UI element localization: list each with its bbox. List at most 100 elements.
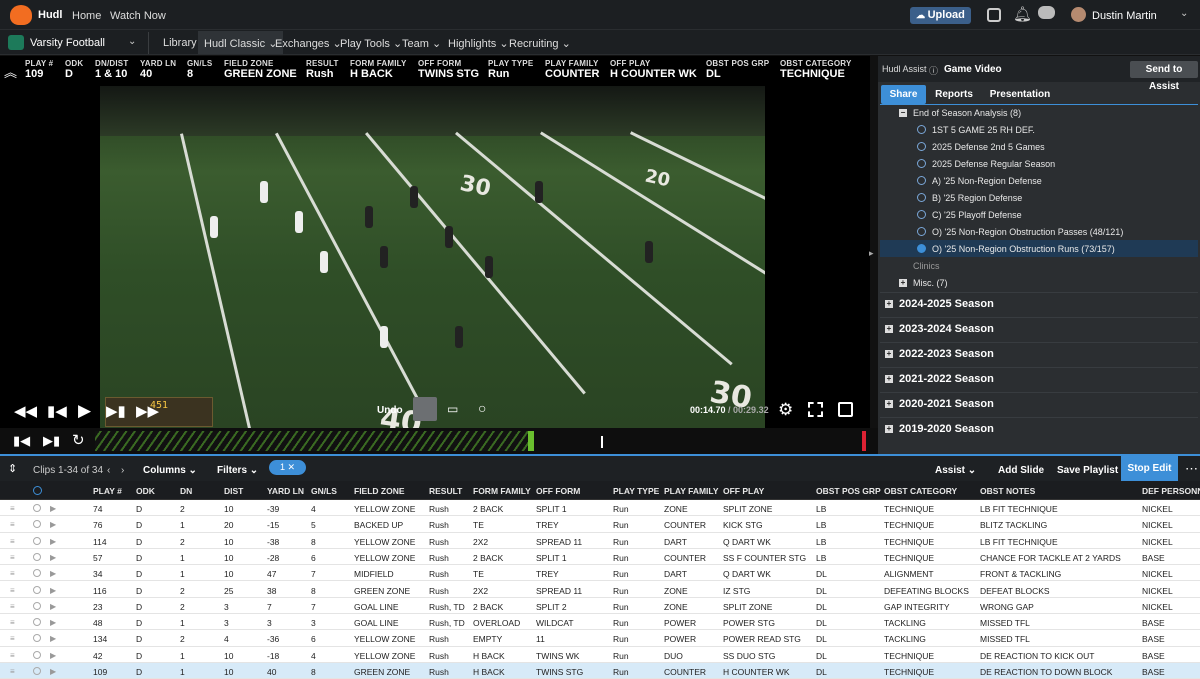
table-cell[interactable]: TECHNIQUE: [884, 667, 934, 677]
table-cell[interactable]: LB: [816, 537, 826, 547]
table-cell[interactable]: -15: [267, 520, 279, 530]
table-cell[interactable]: 47: [267, 569, 276, 579]
season-2020-2021[interactable]: +2020-2021 Season: [880, 392, 1198, 416]
table-cell[interactable]: Run: [613, 618, 629, 628]
nav-library[interactable]: Library: [163, 37, 197, 49]
table-cell[interactable]: SPLIT 1: [536, 504, 567, 514]
table-cell[interactable]: BASE: [1142, 651, 1165, 661]
table-cell[interactable]: H BACK: [473, 667, 505, 677]
stop-edit-button[interactable]: Stop Edit: [1121, 456, 1178, 481]
table-cell[interactable]: Run: [613, 634, 629, 644]
table-cell[interactable]: DEFEATING BLOCKS: [884, 586, 969, 596]
table-cell[interactable]: D: [136, 651, 142, 661]
table-row[interactable]: ≡ ▶ 76 D 1 20 -15 5 BACKED UP Rush TE TREY Run COUNTE…: [0, 516, 1200, 533]
table-cell[interactable]: WRONG GAP: [980, 602, 1034, 612]
table-cell[interactable]: D: [136, 537, 142, 547]
step-forward-icon[interactable]: ▶▮: [106, 402, 126, 420]
play-clip-icon[interactable]: ▶: [50, 520, 56, 529]
col-header[interactable]: DEF PERSONN: [1142, 486, 1200, 496]
table-cell[interactable]: Rush: [429, 651, 449, 661]
table-cell[interactable]: H COUNTER WK: [723, 667, 790, 677]
play-clip-icon[interactable]: ▶: [50, 569, 56, 578]
table-cell[interactable]: D: [136, 602, 142, 612]
row-select-icon[interactable]: [33, 634, 41, 643]
columns-button[interactable]: Columns ⌄: [143, 465, 197, 476]
filters-button[interactable]: Filters ⌄: [217, 465, 258, 476]
save-playlist-button[interactable]: Save Playlist: [1057, 465, 1118, 476]
playlist-item[interactable]: O) '25 Non-Region Obstruction Passes (48…: [932, 227, 1123, 237]
table-cell[interactable]: FRONT & TACKLING: [980, 569, 1061, 579]
table-cell[interactable]: Run: [613, 553, 629, 563]
table-row[interactable]: ≡ ▶ 23 D 2 3 7 7 GOAL LINE Rush, TD 2 BACK SPLIT 2R…: [0, 598, 1200, 615]
table-row[interactable]: ≡ ▶ 116 D 2 25 38 8 GREEN ZONE Rush 2X2 SPREAD 11 Ru…: [0, 582, 1200, 598]
table-cell[interactable]: YELLOW ZONE: [354, 634, 415, 644]
table-cell[interactable]: DEFEAT BLOCKS: [980, 586, 1050, 596]
upload-button[interactable]: ☁ Upload: [910, 7, 971, 24]
table-cell[interactable]: 1: [180, 618, 185, 628]
playlist-item[interactable]: 2025 Defense Regular Season: [932, 159, 1055, 169]
loop-icon[interactable]: ↻: [72, 431, 85, 449]
play-clip-icon[interactable]: ▶: [50, 667, 56, 676]
table-cell[interactable]: 114: [93, 537, 107, 547]
table-cell[interactable]: 2 BACK: [473, 602, 503, 612]
table-cell[interactable]: 6: [311, 634, 316, 644]
table-cell[interactable]: GOAL LINE: [354, 618, 399, 628]
table-cell[interactable]: 2 BACK: [473, 553, 503, 563]
table-cell[interactable]: 4: [311, 651, 316, 661]
table-cell[interactable]: 2: [180, 586, 185, 596]
radio-icon[interactable]: [917, 142, 926, 151]
expand-icon[interactable]: +: [885, 350, 893, 358]
row-select-icon[interactable]: [33, 504, 41, 512]
table-cell[interactable]: TWINS WK: [536, 651, 579, 661]
table-cell[interactable]: NICKEL: [1142, 537, 1173, 547]
add-slide-button[interactable]: Add Slide: [998, 465, 1044, 476]
table-cell[interactable]: Run: [613, 667, 629, 677]
collapse-sidebar-icon[interactable]: ▸: [869, 248, 874, 259]
table-cell[interactable]: 2: [180, 504, 185, 514]
table-cell[interactable]: D: [136, 667, 142, 677]
nav-watch-now[interactable]: Watch Now: [110, 10, 166, 22]
col-header[interactable]: DN: [180, 486, 192, 496]
table-cell[interactable]: 3: [311, 618, 316, 628]
draw-tool-icon[interactable]: [413, 397, 437, 421]
table-cell[interactable]: POWER: [664, 634, 696, 644]
table-cell[interactable]: SPLIT ZONE: [723, 602, 772, 612]
playlist-item[interactable]: A) '25 Non-Region Defense: [932, 176, 1042, 186]
table-cell[interactable]: 10: [224, 651, 233, 661]
table-cell[interactable]: MISSED TFL: [980, 618, 1030, 628]
table-cell[interactable]: 10: [224, 667, 233, 677]
play-clip-icon[interactable]: ▶: [50, 618, 56, 627]
play-clip-icon[interactable]: ▶: [50, 504, 56, 513]
table-cell[interactable]: Run: [613, 651, 629, 661]
table-cell[interactable]: D: [136, 634, 142, 644]
table-row[interactable]: ≡ ▶ 48 D 1 3 3 3 GOAL LINE Rush, TD OVERLOAD WILDCA…: [0, 614, 1200, 631]
col-header[interactable]: YARD LN: [267, 486, 304, 496]
assist-dropdown[interactable]: Assist ⌄: [935, 465, 976, 476]
col-header[interactable]: PLAY FAMILY: [664, 486, 718, 496]
table-cell[interactable]: D: [136, 520, 142, 530]
table-cell[interactable]: 4: [224, 634, 229, 644]
table-cell[interactable]: DL: [816, 602, 827, 612]
table-cell[interactable]: DL: [816, 651, 827, 661]
season-2023-2024[interactable]: +2023-2024 Season: [880, 317, 1198, 341]
table-cell[interactable]: Rush: [429, 569, 449, 579]
table-cell[interactable]: GREEN ZONE: [354, 667, 410, 677]
folder-misc[interactable]: Misc. (7): [913, 278, 948, 288]
user-name[interactable]: Dustin Martin: [1092, 10, 1157, 22]
table-cell[interactable]: -28: [267, 553, 279, 563]
table-cell[interactable]: Run: [613, 586, 629, 596]
table-cell[interactable]: Rush: [429, 504, 449, 514]
drag-handle-icon[interactable]: ≡: [10, 537, 15, 546]
drag-handle-icon[interactable]: ≡: [10, 634, 15, 643]
chevron-down-icon[interactable]: ⌄: [128, 36, 136, 47]
table-cell[interactable]: SPLIT 1: [536, 553, 567, 563]
popout-icon[interactable]: [838, 402, 853, 417]
table-cell[interactable]: DL: [816, 569, 827, 579]
filter-count-badge[interactable]: 1 ✕: [269, 460, 306, 475]
expand-icon[interactable]: +: [885, 425, 893, 433]
table-cell[interactable]: GREEN ZONE: [354, 586, 410, 596]
table-cell[interactable]: NICKEL: [1142, 504, 1173, 514]
table-cell[interactable]: ZONE: [664, 602, 688, 612]
expand-icon[interactable]: +: [885, 400, 893, 408]
table-cell[interactable]: -38: [267, 537, 279, 547]
